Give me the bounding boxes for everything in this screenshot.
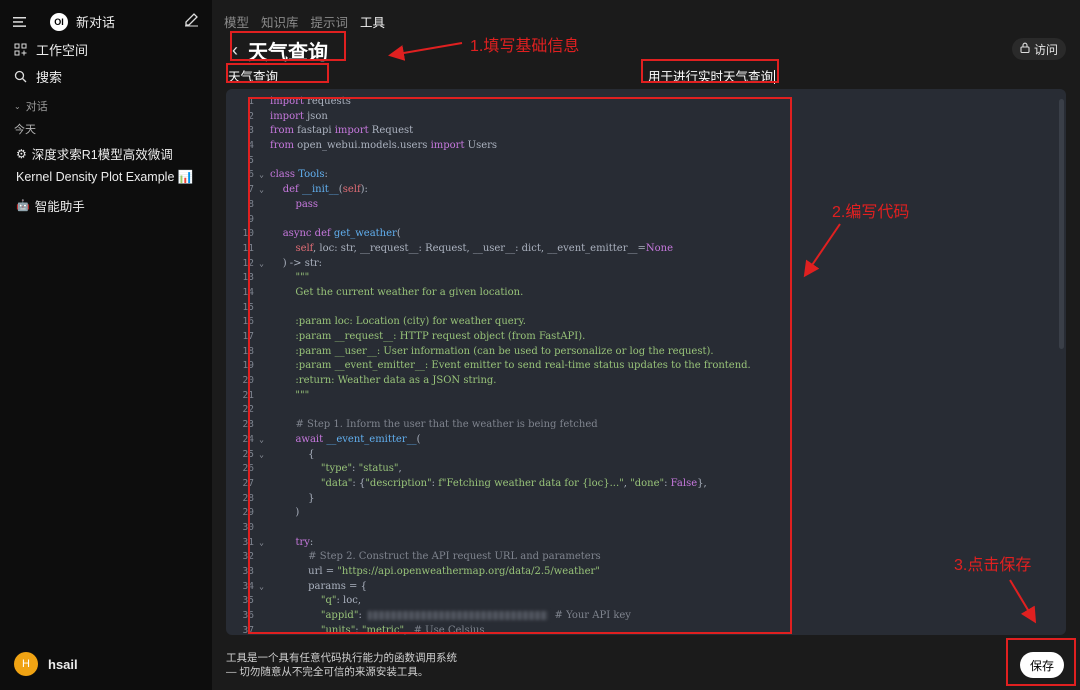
chat-item[interactable]: Kernel Density Plot Example 📊 xyxy=(16,170,193,185)
chat-item[interactable]: 🤖 智能助手 xyxy=(16,196,85,215)
edit-icon[interactable] xyxy=(184,12,199,32)
workspace-tabs: 模型 知识库 提示词 工具 xyxy=(224,12,385,31)
user-profile[interactable]: H hsail xyxy=(14,652,78,676)
access-label: 访问 xyxy=(1033,42,1058,57)
annotation-box-code xyxy=(248,97,792,634)
sidebar-item-label: 搜索 xyxy=(36,70,63,85)
annotation-box-title xyxy=(230,31,346,61)
annotation-step3: 3.点击保存 xyxy=(954,557,1032,574)
editor-scrollbar[interactable] xyxy=(1059,99,1064,349)
annotation-step2: 2.编写代码 xyxy=(832,204,910,221)
annotation-step1: 1.填写基础信息 xyxy=(470,38,580,55)
security-notice: 工具是一个具有任意代码执行能力的函数调用系统 — 切勿随意从不完全可信的来源安装… xyxy=(226,652,457,678)
lock-icon xyxy=(1020,42,1030,56)
tab-knowledge[interactable]: 知识库 xyxy=(261,12,299,31)
annotation-box-name xyxy=(226,63,329,83)
section-chats[interactable]: ⌄ 对话 xyxy=(14,98,48,114)
access-button[interactable]: 访问 xyxy=(1011,38,1066,60)
gear-icon: ⚙ xyxy=(16,146,27,161)
chevron-down-icon: ⌄ xyxy=(14,101,21,111)
sidebar-item-search[interactable]: 搜索 xyxy=(12,67,62,86)
tab-models[interactable]: 模型 xyxy=(224,12,249,31)
section-today: 今天 xyxy=(14,124,36,136)
tab-prompts[interactable]: 提示词 xyxy=(311,12,349,31)
app-logo: OI xyxy=(50,12,68,31)
tab-tools[interactable]: 工具 xyxy=(360,12,385,31)
annotation-box-description xyxy=(641,59,779,83)
chat-item[interactable]: ⚙ 深度求索R1模型高效微调 xyxy=(16,144,173,163)
sidebar-item-workspace[interactable]: 工作空间 xyxy=(12,40,88,59)
annotation-box-save xyxy=(1006,638,1076,686)
avatar: H xyxy=(14,652,38,676)
sidebar: OI 新对话 工作空间 搜索 ⌄ 对话 今天 ⚙ 深度求索R1模型高效微调 Ke… xyxy=(0,0,212,690)
new-chat-label[interactable]: 新对话 xyxy=(76,12,115,31)
user-name: hsail xyxy=(48,656,78,672)
workspace-icon xyxy=(12,42,28,58)
robot-icon: 🤖 xyxy=(16,200,30,212)
sidebar-item-label: 工作空间 xyxy=(36,43,89,58)
search-icon xyxy=(12,69,28,85)
menu-icon[interactable] xyxy=(12,14,28,30)
sidebar-header: OI 新对话 xyxy=(12,12,115,31)
